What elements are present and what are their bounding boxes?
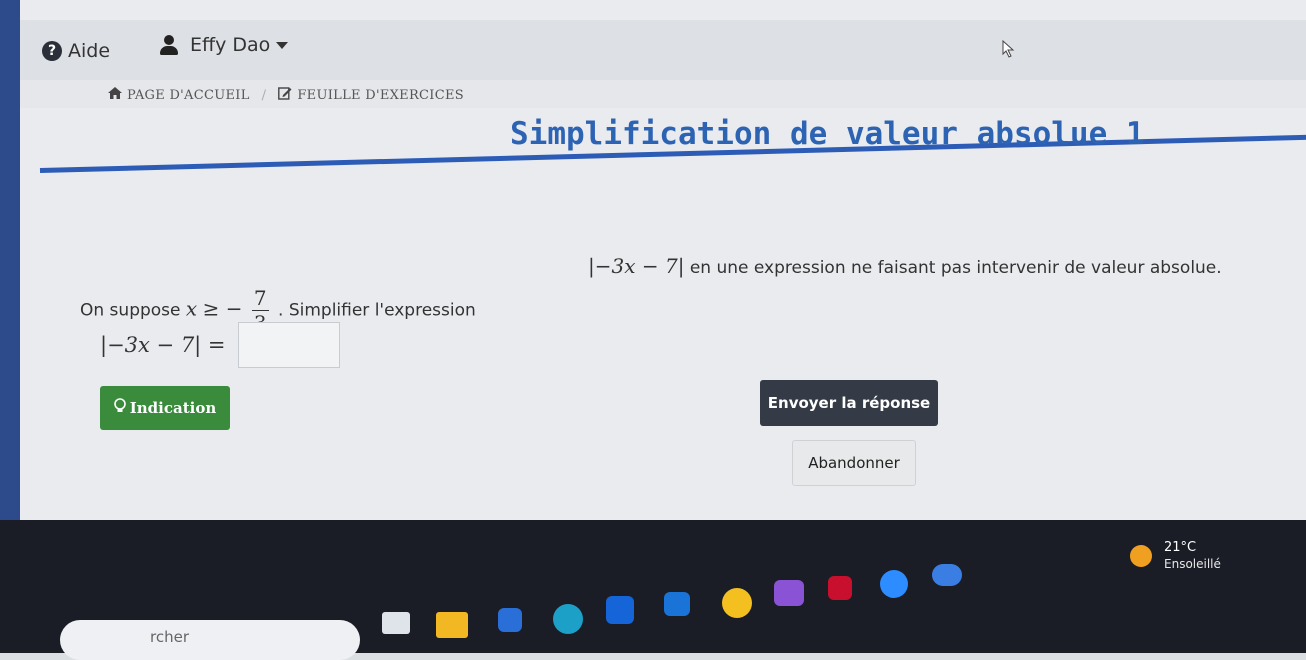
condition-operator: ≥ − [202,296,243,321]
caret-down-icon [276,41,289,49]
answer-lhs: |−3x − 7| = [100,333,226,357]
sun-icon [1130,545,1152,567]
edge-icon[interactable] [553,604,583,634]
edit-icon [278,86,292,104]
taskbar: rcher 21°C Ensoleillé [0,520,1306,660]
user-name: Effy Dao [190,34,271,56]
breadcrumb-worksheet[interactable]: FEUILLE D'EXERCICES [278,86,464,104]
outlook-icon[interactable] [664,592,690,616]
hint-label: Indication [129,399,217,417]
user-icon [160,35,178,55]
breadcrumb-separator: / [261,87,267,103]
mcafee-icon[interactable] [828,576,852,600]
breadcrumb-worksheet-label: FEUILLE D'EXERCICES [297,87,464,103]
store-icon[interactable] [498,608,522,632]
question-expression: |−3x − 7| [588,254,685,278]
question-lead: On suppose [80,300,181,321]
help-link[interactable]: ? Aide [42,40,110,62]
lightbulb-icon [113,398,126,418]
breadcrumb: PAGE D'ACCUEIL / FEUILLE D'EXERCICES [108,86,464,104]
submit-button[interactable]: Envoyer la réponse [760,380,938,426]
weather-temperature: 21°C [1164,540,1197,555]
fraction-numerator: 7 [251,286,269,311]
breadcrumb-home[interactable]: PAGE D'ACCUEIL [108,87,250,103]
taskbar-search[interactable]: rcher [60,620,360,660]
weather-text: 21°C Ensoleillé [1164,540,1221,572]
answer-input[interactable] [237,322,340,368]
page-container: ? Aide Effy Dao PAGE D'ACCUEIL / FEUILLE… [20,0,1306,600]
question-middle: . Simplifier l'expression [278,300,476,321]
zoom-icon[interactable] [880,570,908,598]
app-l-icon[interactable] [606,596,634,624]
task-view-icon[interactable] [382,612,410,634]
help-label: Aide [68,40,111,62]
user-menu[interactable]: Effy Dao [160,34,289,56]
hint-button[interactable]: Indication [100,386,230,430]
question-tail: en une expression ne faisant pas interve… [689,258,1222,278]
chrome-icon[interactable] [722,588,752,618]
weather-widget[interactable]: 21°C Ensoleillé [1130,540,1221,572]
copilot-icon[interactable] [932,564,962,586]
file-explorer-icon[interactable] [436,612,468,638]
weather-condition: Ensoleillé [1164,557,1221,571]
question-line-right: |−3x − 7| en une expression ne faisant p… [588,254,1222,278]
page-title: Simplification de valeur absolue 1 [510,116,1145,152]
mouse-cursor-icon [1002,40,1015,58]
m365-icon[interactable] [774,580,804,606]
abandon-button[interactable]: Abandonner [792,440,916,486]
taskbar-search-placeholder: rcher [150,628,189,646]
question-circle-icon: ? [42,41,62,61]
condition-variable: x [185,296,198,321]
breadcrumb-home-label: PAGE D'ACCUEIL [127,87,250,103]
home-icon [108,87,122,103]
answer-row: |−3x − 7| = [100,322,340,368]
